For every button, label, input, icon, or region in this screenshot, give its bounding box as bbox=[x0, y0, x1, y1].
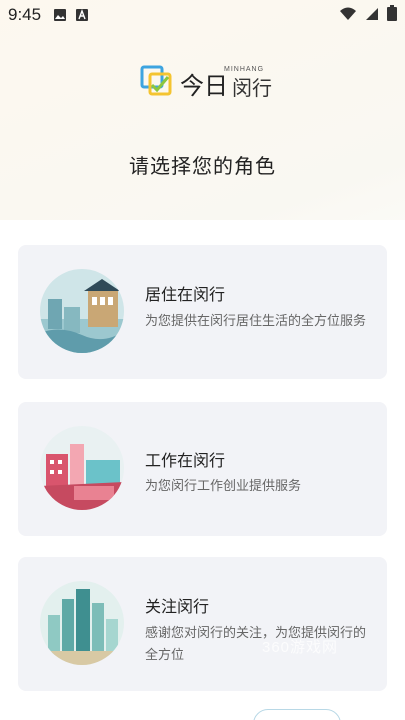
image-icon bbox=[53, 8, 67, 22]
logo-name: 闵行 bbox=[232, 75, 272, 100]
skyline-illustration bbox=[40, 581, 124, 665]
role-title: 居住在闵行 bbox=[145, 285, 226, 304]
app-logo: MINHANG 今日 闵行 bbox=[140, 62, 272, 102]
page-title: 请选择您的角色 bbox=[129, 154, 276, 178]
role-card-residential[interactable]: 居住在闵行 为您提供在闵行居住生活的全方位服务 bbox=[18, 245, 387, 379]
status-bar: 9:45 bbox=[0, 0, 405, 30]
role-description: 为您闵行工作创业提供服务 bbox=[145, 479, 302, 494]
role-title: 关注闵行 bbox=[145, 597, 210, 616]
residential-buildings-illustration bbox=[40, 269, 124, 353]
logo-prefix: 今日 bbox=[180, 71, 228, 100]
role-title: 工作在闵行 bbox=[145, 451, 226, 470]
a-letter-icon bbox=[75, 8, 89, 22]
bottom-button[interactable] bbox=[253, 709, 341, 720]
logo-english-name: MINHANG bbox=[224, 65, 265, 73]
wifi-icon bbox=[339, 6, 357, 25]
role-card-work[interactable]: 工作在闵行 为您闵行工作创业提供服务 bbox=[18, 402, 387, 536]
battery-icon bbox=[387, 5, 397, 25]
role-card-follow[interactable]: 关注闵行 感谢您对闵行的关注，为您提供闵行的全方位 bbox=[18, 557, 387, 691]
workplace-buildings-illustration bbox=[40, 426, 124, 510]
role-description: 为您提供在闵行居住生活的全方位服务 bbox=[145, 314, 367, 329]
signal-icon bbox=[365, 6, 379, 25]
minhang-logo-icon bbox=[140, 63, 174, 101]
status-time: 9:45 bbox=[8, 5, 42, 24]
watermark: 360游戏网 bbox=[262, 639, 339, 656]
